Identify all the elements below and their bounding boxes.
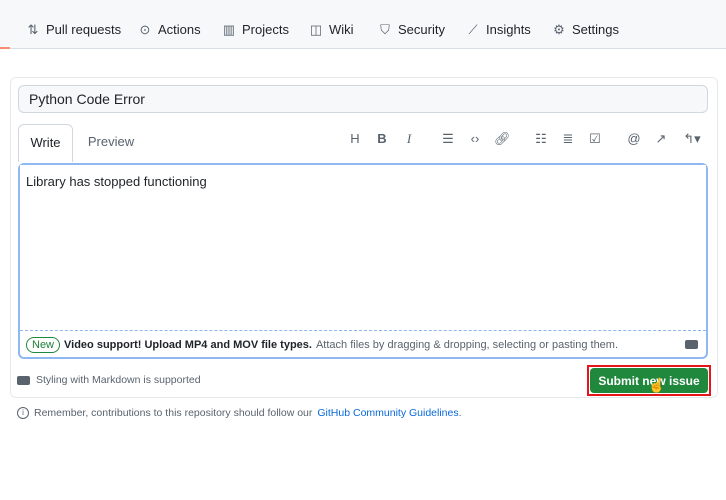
issue-body-textarea[interactable]: Library has stopped functioning	[20, 165, 706, 331]
active-tab-indicator	[0, 47, 10, 49]
mention-icon[interactable]: @	[626, 131, 642, 147]
info-icon: i	[17, 407, 29, 419]
community-guidelines-link[interactable]: GitHub Community Guidelines	[317, 407, 458, 419]
quote-icon[interactable]: ☰	[440, 131, 456, 147]
contribution-note: i Remember, contributions to this reposi…	[17, 407, 462, 419]
nav-label: Security	[398, 22, 445, 37]
tab-preview[interactable]: Preview	[80, 124, 142, 162]
nav-insights[interactable]: ⟋ Insights	[466, 21, 531, 38]
graph-icon: ⟋	[468, 21, 478, 37]
nav-actions[interactable]: ⊙ Actions	[138, 21, 201, 38]
book-icon: ◫	[309, 21, 323, 37]
nav-label: Wiki	[329, 22, 354, 37]
italic-icon[interactable]: I	[401, 131, 417, 147]
markdown-icon	[17, 375, 30, 385]
pull-request-icon: ⇅	[27, 21, 39, 37]
link-icon[interactable]: 🔗︎	[494, 131, 511, 147]
nav-pull-requests[interactable]: ⇅ Pull requests	[26, 21, 122, 38]
repo-nav: ⇅ Pull requests ⊙ Actions ▥ Projects ◫ Wiki …	[0, 0, 726, 49]
hand-cursor-icon: ☝	[648, 377, 666, 393]
gear-icon: ⚙	[553, 21, 565, 37]
nav-label: Pull requests	[46, 22, 122, 37]
attach-text: Attach files by dragging & dropping, sel…	[315, 338, 619, 351]
nav-label: Settings	[572, 22, 619, 37]
footer-text: Remember, contributions to this reposito…	[34, 407, 313, 419]
nav-label: Actions	[158, 22, 201, 37]
nav-label: Projects	[242, 22, 289, 37]
nav-projects[interactable]: ▥ Projects	[222, 21, 289, 38]
reply-icon[interactable]: ↰▾	[680, 131, 704, 147]
reference-icon[interactable]: ↗	[653, 131, 669, 147]
project-icon: ▥	[222, 21, 236, 37]
unordered-list-icon[interactable]: ☷	[533, 131, 549, 147]
task-list-icon[interactable]: ☑	[587, 131, 603, 147]
nav-wiki[interactable]: ◫ Wiki	[309, 21, 354, 38]
code-icon[interactable]: ‹›	[467, 131, 483, 147]
markdown-icon	[685, 340, 698, 349]
heading-icon[interactable]: H	[347, 131, 363, 147]
video-support-text: Video support! Upload MP4 and MOV file t…	[64, 338, 312, 351]
new-badge: New	[26, 336, 61, 353]
footer-period: .	[458, 407, 462, 419]
nav-security[interactable]: ⛉ Security	[378, 21, 445, 38]
nav-label: Insights	[486, 22, 531, 37]
ordered-list-icon[interactable]: ≣	[560, 131, 576, 147]
markdown-note-text: Styling with Markdown is supported	[36, 374, 201, 386]
attach-files-bar[interactable]: New Video support! Upload MP4 and MOV fi…	[20, 332, 706, 357]
issue-title-input[interactable]	[18, 85, 708, 113]
shield-icon: ⛉	[380, 21, 390, 37]
nav-settings[interactable]: ⚙ Settings	[552, 21, 619, 38]
bold-icon[interactable]: B	[374, 131, 390, 147]
play-icon: ⊙	[139, 21, 151, 37]
markdown-note[interactable]: Styling with Markdown is supported	[17, 374, 201, 386]
tab-write[interactable]: Write	[18, 124, 73, 162]
issue-body-editor: Library has stopped functioning New Vide…	[18, 163, 708, 359]
